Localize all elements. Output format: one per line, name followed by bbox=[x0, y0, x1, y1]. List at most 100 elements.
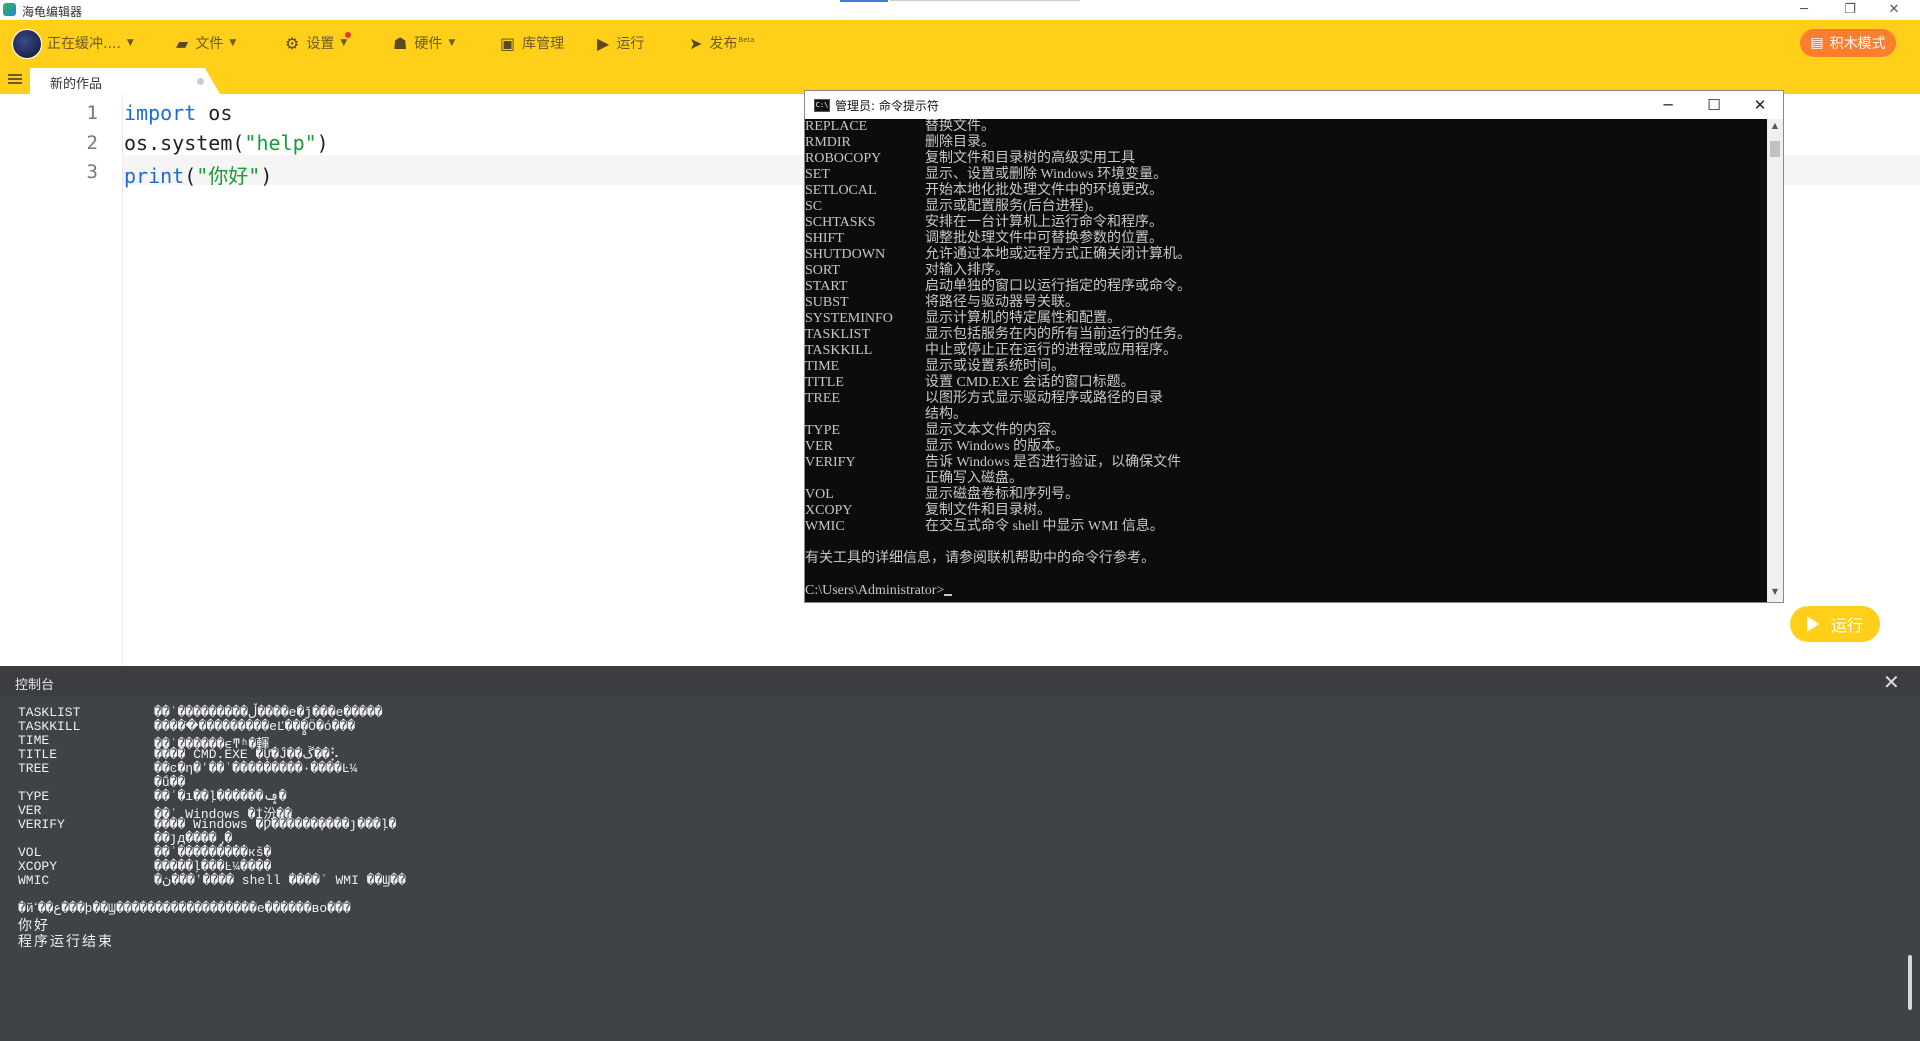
code-line[interactable]: os.system("help") bbox=[124, 131, 329, 155]
line-number: 2 bbox=[86, 132, 98, 154]
console-command-name: TIME bbox=[18, 733, 50, 748]
cmd-command-description: 显示计算机的特定属性和配置。 bbox=[925, 311, 1121, 326]
console-command-name: TYPE bbox=[18, 789, 50, 804]
close-icon[interactable]: ✕ bbox=[1883, 670, 1900, 694]
console-output[interactable]: TASKLIST ��ʾ���������ڵ����е�ǰ���е����� TAS… bbox=[0, 697, 1920, 1041]
cmd-command-description: 以图形方式显示驱动程序或路径的目录 bbox=[925, 391, 1163, 406]
cmd-command-description: 对输入排序。 bbox=[925, 263, 1009, 278]
scroll-up-icon[interactable]: ▲ bbox=[1767, 121, 1783, 130]
robot-icon: ☗ bbox=[393, 33, 408, 53]
scrollbar-thumb[interactable] bbox=[1770, 141, 1780, 157]
cmd-command-description: 将路径与驱动器号关联。 bbox=[925, 295, 1079, 310]
tab-title: 新的作品 bbox=[50, 77, 103, 92]
cmd-command-name: TIME bbox=[805, 359, 840, 374]
gear-icon: ⚙ bbox=[285, 33, 300, 53]
cmd-title-bar[interactable]: C:\ 管理员: 命令提示符 ─ ☐ ✕ bbox=[805, 91, 1783, 119]
cmd-command-name: SYSTEMINFO bbox=[805, 311, 893, 326]
run-button-label: 运行 bbox=[1830, 616, 1863, 635]
console-command-description: ��ȷд����̡� bbox=[154, 831, 233, 846]
code-line[interactable]: print("你好") bbox=[124, 160, 272, 189]
keyword-token: print bbox=[124, 164, 185, 188]
console-command-name: TREE bbox=[18, 761, 50, 776]
cmd-command-name: TASKLIST bbox=[805, 327, 870, 342]
cmd-maximize-button[interactable]: ☐ bbox=[1691, 91, 1737, 119]
cmd-command-name: REPLACE bbox=[805, 119, 868, 134]
string-token: "你好" bbox=[196, 164, 261, 188]
run-button[interactable]: 运行 bbox=[1790, 606, 1880, 642]
command-prompt-window[interactable]: C:\ 管理员: 命令提示符 ─ ☐ ✕ REPLACE 替换文件。 RMDIR 删除… bbox=[804, 90, 1784, 603]
cmd-output[interactable]: REPLACE 替换文件。 RMDIR 删除目录。 ROBOCOPY 复制文件和目录树的高… bbox=[805, 119, 1767, 602]
file-menu-label: 文件 bbox=[195, 36, 224, 52]
line-number: 3 bbox=[86, 161, 98, 183]
console-command-description: ���� Windows �Ƿ������֤����ȷ���ļ� bbox=[154, 817, 397, 832]
unsaved-indicator bbox=[197, 78, 204, 85]
cmd-command-description: 启动单独的窗口以运行指定的程序或命令。 bbox=[925, 279, 1191, 294]
cmd-command-description: 设置 CMD.EXE 会话的窗口标题。 bbox=[925, 375, 1135, 390]
settings-menu[interactable]: ⚙ 设置 ▼ bbox=[285, 20, 347, 66]
console-command-name: TASKKILL bbox=[18, 719, 81, 734]
line-number: 1 bbox=[86, 102, 98, 124]
publish-button[interactable]: ➤ 发布 Beta bbox=[689, 20, 755, 66]
cmd-command-description: 显示 Windows 的版本。 bbox=[925, 439, 1070, 454]
library-manager-label: 库管理 bbox=[522, 36, 565, 52]
blocks-icon: ▤ bbox=[1810, 35, 1824, 51]
play-circle-icon: ▶ bbox=[597, 33, 610, 53]
run-menu-button[interactable]: ▶ 运行 bbox=[597, 20, 644, 66]
chevron-down-icon: ▼ bbox=[340, 38, 348, 48]
console-command-description: �ڽ���ʽ���� shell ����ʾ WMI ��Ϣ�� bbox=[154, 873, 406, 888]
cmd-scrollbar[interactable]: ▲ ▼ bbox=[1767, 119, 1783, 602]
code-token: ( bbox=[184, 164, 197, 188]
tab-new-work[interactable]: 新的作品 bbox=[30, 68, 220, 94]
hardware-menu[interactable]: ☗ 硬件 ▼ bbox=[393, 20, 455, 66]
cmd-command-name: VOL bbox=[805, 487, 834, 502]
code-line[interactable]: import os bbox=[124, 101, 232, 125]
console-scrollbar[interactable] bbox=[1908, 955, 1912, 1010]
cmd-command-name: SORT bbox=[805, 263, 840, 278]
chevron-down-icon: ▼ bbox=[448, 38, 456, 48]
scroll-down-icon[interactable]: ▼ bbox=[1767, 587, 1783, 596]
cmd-footer-text: 有关工具的详细信息，请参阅联机帮助中的命令行参考。 bbox=[805, 551, 1155, 566]
block-mode-label: 积木模式 bbox=[1829, 36, 1886, 52]
cmd-command-description: 复制文件和目录树。 bbox=[925, 503, 1051, 518]
cmd-command-name: VER bbox=[805, 439, 833, 454]
close-window-button[interactable]: ✕ bbox=[1874, 0, 1914, 20]
cmd-command-name: WMIC bbox=[805, 519, 845, 534]
cmd-command-description: 显示、设置或删除 Windows 环境变量。 bbox=[925, 167, 1168, 182]
cmd-command-name: TYPE bbox=[805, 423, 840, 438]
cmd-command-name: START bbox=[805, 279, 848, 294]
publish-beta-badge: Beta bbox=[738, 36, 755, 44]
console-command-description: �ṹ�� bbox=[154, 775, 186, 790]
minimize-button[interactable]: ─ bbox=[1784, 0, 1824, 20]
restore-button[interactable]: ❐ bbox=[1830, 0, 1870, 20]
cmd-command-name: SHUTDOWN bbox=[805, 247, 886, 262]
cmd-minimize-button[interactable]: ─ bbox=[1645, 91, 1691, 119]
cmd-command-description: 告诉 Windows 是否进行验证，以确保文件 bbox=[925, 455, 1182, 470]
console-command-name: XCOPY bbox=[18, 859, 58, 874]
block-mode-button[interactable]: ▤ 积木模式 bbox=[1800, 29, 1896, 57]
cmd-close-button[interactable]: ✕ bbox=[1737, 91, 1783, 119]
file-menu[interactable]: ▰ 文件 ▼ bbox=[176, 20, 236, 66]
cmd-command-description: 删除目录。 bbox=[925, 135, 995, 150]
console-command-name: WMIC bbox=[18, 873, 50, 888]
cmd-command-description: 显示包括服务在内的所有当前运行的任务。 bbox=[925, 327, 1191, 342]
console-command-description: �����ļ���Ŀ¼���� bbox=[154, 859, 272, 874]
console-header: 控制台 ✕ bbox=[0, 666, 1920, 697]
cmd-command-name: TITLE bbox=[805, 375, 844, 390]
console-command-description: ��ʾ���̾������кš� bbox=[154, 845, 272, 860]
publish-label: 发布 bbox=[709, 36, 738, 52]
menu-icon[interactable] bbox=[8, 72, 24, 88]
library-manager-button[interactable]: ▣ 库管理 bbox=[500, 20, 564, 66]
console-command-description: ��ͼ�η�ʽ��ʾ���������·����Ŀ¼ bbox=[154, 761, 358, 776]
notification-dot bbox=[345, 32, 351, 38]
user-avatar[interactable] bbox=[12, 29, 42, 59]
settings-menu-label: 设置 bbox=[306, 36, 335, 52]
folder-icon: ▰ bbox=[176, 33, 189, 53]
keyword-token: import bbox=[124, 101, 197, 125]
buffering-status-menu[interactable]: 正在缓冲.... ▼ bbox=[47, 20, 134, 66]
inbox-icon: ▣ bbox=[500, 33, 516, 53]
cmd-command-description: 调整批处理文件中可替换参数的位置。 bbox=[925, 231, 1163, 246]
code-token: os.system( bbox=[124, 131, 245, 155]
cmd-command-name: XCOPY bbox=[805, 503, 853, 518]
cmd-command-name: ROBOCOPY bbox=[805, 151, 882, 166]
code-token: ) bbox=[260, 164, 273, 188]
